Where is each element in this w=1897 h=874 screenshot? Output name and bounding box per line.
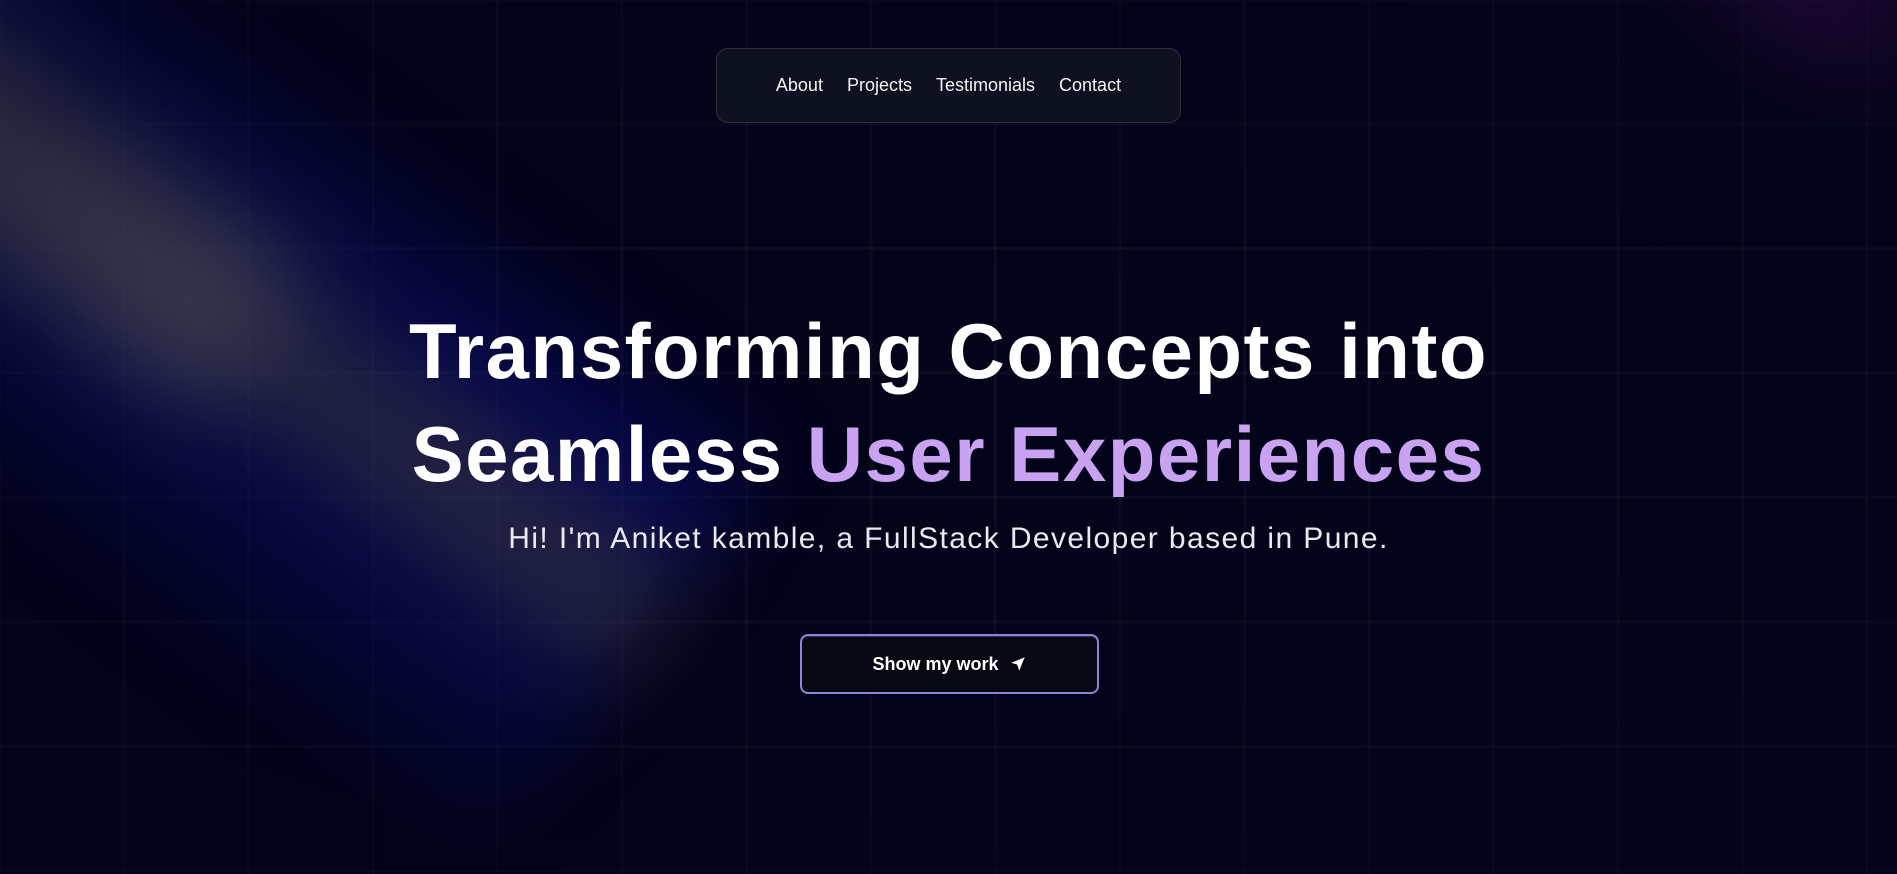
- nav-link-testimonials[interactable]: Testimonials: [936, 75, 1035, 96]
- floating-navbar: About Projects Testimonials Contact: [716, 48, 1181, 123]
- nav-link-contact[interactable]: Contact: [1059, 75, 1121, 96]
- hero-title: Transforming Concepts into Seamless User…: [0, 300, 1897, 506]
- show-my-work-label: Show my work: [872, 653, 999, 674]
- hero-title-line2-plain: Seamless: [411, 410, 784, 498]
- hero-subtitle: Hi! I'm Aniket kamble, a FullStack Devel…: [508, 522, 1389, 555]
- nav-link-about[interactable]: About: [776, 75, 823, 96]
- nav-link-projects[interactable]: Projects: [847, 75, 912, 96]
- hero-title-line1: Transforming Concepts into: [408, 307, 1489, 395]
- hero-title-accent: User Experiences: [806, 410, 1486, 498]
- location-arrow-icon: [1009, 655, 1027, 673]
- hero-section: Transforming Concepts into Seamless User…: [0, 300, 1897, 556]
- show-my-work-button[interactable]: Show my work: [800, 634, 1099, 694]
